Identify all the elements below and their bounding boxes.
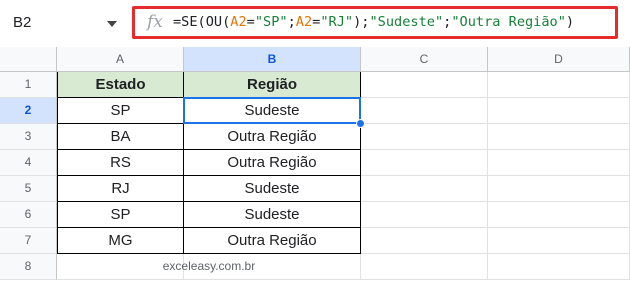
- formula-token: "RJ": [320, 14, 354, 30]
- cell-d3[interactable]: [488, 124, 630, 150]
- cell-c1[interactable]: [361, 72, 488, 98]
- cell-d1[interactable]: [488, 72, 630, 98]
- cell-a3[interactable]: BA: [57, 124, 184, 150]
- formula-token: "Outra Região": [451, 14, 566, 30]
- cell-c3[interactable]: [361, 124, 488, 150]
- cell-b3[interactable]: Outra Região: [184, 124, 361, 150]
- cell-c6[interactable]: [361, 202, 488, 228]
- row-header-7[interactable]: 7: [0, 228, 57, 254]
- fill-handle[interactable]: [356, 119, 365, 128]
- dropdown-arrow-icon[interactable]: [107, 21, 117, 27]
- cell-d6[interactable]: [488, 202, 630, 228]
- formula-token: =: [246, 14, 255, 30]
- select-all-corner[interactable]: [0, 47, 57, 72]
- watermark-text: exceleasy.com.br: [162, 259, 256, 273]
- formula-token: "SP": [254, 14, 288, 30]
- name-box[interactable]: B2: [0, 0, 130, 47]
- cell-c7[interactable]: [361, 228, 488, 254]
- cell-b5[interactable]: Sudeste: [184, 176, 361, 202]
- row-header-5[interactable]: 5: [0, 176, 57, 202]
- row-header-4[interactable]: 4: [0, 150, 57, 176]
- formula-token: "Sudeste": [369, 14, 444, 30]
- formula-token: );: [353, 14, 370, 30]
- row-header-1[interactable]: 1: [0, 72, 57, 98]
- cell-b1[interactable]: Região: [184, 72, 361, 98]
- row-header-8[interactable]: 8: [0, 254, 57, 280]
- cell-b4[interactable]: Outra Região: [184, 150, 361, 176]
- cell-b6[interactable]: Sudeste: [184, 202, 361, 228]
- cell-c8[interactable]: [361, 254, 488, 280]
- cell-a4[interactable]: RS: [57, 150, 184, 176]
- cell-a5[interactable]: RJ: [57, 176, 184, 202]
- fx-icon: fx: [147, 12, 163, 32]
- row-header-2[interactable]: 2: [0, 98, 57, 124]
- formula-token: ;: [287, 14, 296, 30]
- cell-d5[interactable]: [488, 176, 630, 202]
- name-box-value: B2: [13, 14, 32, 31]
- formula-bar: B2 fx =SE(OU(A2="SP";A2="RJ");"Sudeste";…: [0, 0, 630, 48]
- row-header-6[interactable]: 6: [0, 202, 57, 228]
- column-header-d[interactable]: D: [488, 47, 630, 72]
- cell-d4[interactable]: [488, 150, 630, 176]
- cell-a6[interactable]: SP: [57, 202, 184, 228]
- column-header-a[interactable]: A: [57, 47, 184, 72]
- formula-token: ): [565, 14, 575, 30]
- cell-a1[interactable]: Estado: [57, 72, 184, 98]
- cell-d8[interactable]: [488, 254, 630, 280]
- cell-c2[interactable]: [361, 98, 488, 124]
- cell-d2[interactable]: [488, 98, 630, 124]
- row-header-3[interactable]: 3: [0, 124, 57, 150]
- formula-token: A2: [295, 14, 313, 30]
- cell-d7[interactable]: [488, 228, 630, 254]
- cell-a2[interactable]: SP: [57, 98, 184, 124]
- cell-b2[interactable]: Sudeste: [184, 98, 361, 124]
- formula-token: A2: [230, 14, 247, 30]
- cell-b7[interactable]: Outra Região: [184, 228, 361, 254]
- column-header-c[interactable]: C: [361, 47, 488, 72]
- column-header-b[interactable]: B: [184, 47, 361, 72]
- formula-text[interactable]: =SE(OU(A2="SP";A2="RJ");"Sudeste";"Outra…: [173, 14, 574, 30]
- cell-a7[interactable]: MG: [57, 228, 184, 254]
- spreadsheet-grid: A B C D 1 Estado Região 2 SP Sudeste 3 BA Outra Regi…: [0, 47, 630, 287]
- cell-c5[interactable]: [361, 176, 488, 202]
- formula-input-highlight[interactable]: fx =SE(OU(A2="SP";A2="RJ");"Sudeste";"Ou…: [132, 6, 618, 39]
- cell-c4[interactable]: [361, 150, 488, 176]
- formula-token: =SE(OU(: [173, 14, 231, 30]
